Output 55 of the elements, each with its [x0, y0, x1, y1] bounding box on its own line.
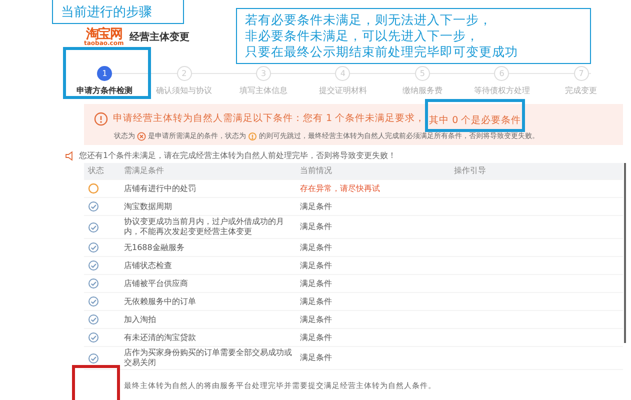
callout-text: 只要在最终公示期结束前处理完毕即可变更成功 [245, 44, 519, 60]
table-cell: 无1688金融服务 [124, 242, 184, 252]
info-icon [94, 112, 108, 126]
table-cell: 满足条件 [300, 314, 332, 324]
column-header: 操作引导 [453, 165, 487, 177]
table-cell: 店铺有进行中的处罚 [124, 184, 196, 194]
table-cell: 存在异常，请尽快再试 [300, 184, 380, 194]
table-cell: 满足条件 [300, 242, 332, 252]
notice-headline: 申请经营主体转为自然人需满足以下条件：您有 1 个条件未满足要求， [113, 112, 426, 125]
step-label: 提交证明材料 [318, 85, 367, 96]
step-label: 等待债权方处理 [474, 85, 530, 96]
table-cell: 店铺状态检查 [124, 260, 172, 270]
table-cell: 满足条件 [300, 332, 332, 342]
step-number: 1 [97, 66, 112, 81]
check-circle-icon [88, 352, 99, 364]
table-cell: 满足条件 [300, 278, 332, 288]
page-title: 经营主体变更 [130, 30, 190, 45]
column-header: 状态 [87, 165, 105, 177]
check-circle-icon [88, 260, 99, 271]
table-cell: 加入淘拍 [124, 314, 156, 324]
step-label: 完成变更 [565, 85, 598, 96]
table-cell: 满足条件 [300, 202, 332, 212]
check-circle-icon [88, 278, 99, 289]
step-label: 填写主体信息 [240, 85, 288, 96]
column-header: 需满足条件 [123, 165, 165, 177]
notice-highlight-text: 其中 0 个是必要条件 [429, 115, 522, 126]
check-circle-icon [88, 332, 99, 343]
table-cell: 满足条件 [300, 353, 332, 363]
summary-text: 您还有1个条件未满足，请在完成经营主体转为自然人前处理完毕，否则将导致变更失败！ [79, 150, 396, 161]
info-icon [248, 132, 257, 140]
table-cell: 满足条件 [300, 296, 332, 306]
table-cell: 店作为买家身份购买的订单需要全部交易成功或交易关闭 [124, 348, 292, 368]
table-cell: 淘宝数据周期 [124, 202, 172, 212]
check-circle-icon [88, 242, 99, 253]
check-circle-icon [88, 222, 99, 232]
callout-note: 当前进行的步骤 [52, 0, 184, 24]
callout-text: 非必要条件未满足，可以先进入下一步， [245, 28, 480, 44]
pending-circle-icon [88, 183, 99, 194]
table-cell: 店铺被平台供应商 [124, 278, 188, 288]
column-header: 当前情况 [299, 165, 333, 177]
table-cell: 满足条件 [300, 222, 332, 232]
check-circle-icon [88, 201, 99, 212]
step-label: 申请方条件检测 [76, 85, 133, 96]
callout-text: 若有必要条件未满足，则无法进入下一步， [245, 12, 493, 28]
step-label: 确认须知与协议 [156, 85, 212, 96]
table-cell: 无依赖服务中的订单 [124, 296, 196, 306]
speaker-icon [65, 150, 75, 160]
scrollbar[interactable] [624, 163, 626, 343]
table-cell: 满足条件 [300, 260, 332, 270]
check-circle-icon [88, 296, 99, 307]
check-circle-icon [88, 314, 99, 325]
step-label: 缴纳服务费 [402, 85, 442, 96]
table-cell-text: 协议变更成功当前月内，过户或外借成功的月内，不能再次发起变更经营主体变更 [124, 217, 285, 237]
table-cell: 有未还清的淘宝贷款 [124, 332, 196, 342]
cross-circle-icon [137, 132, 146, 140]
